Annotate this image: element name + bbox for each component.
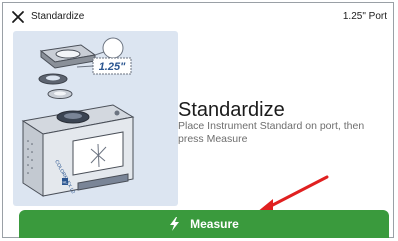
measure-button-label: Measure (190, 217, 239, 231)
header-title: Standardize (31, 11, 85, 22)
lightning-bolt-icon (170, 217, 180, 231)
dialog-window: Standardize 1.25" Port 1.25" COLORFLEX L… (2, 2, 394, 238)
page-title: Standardize (178, 99, 285, 121)
port-size-label: 1.25" Port (342, 11, 387, 22)
device-badge: HL (62, 180, 68, 185)
instrument-drawing: 1.25" COLORFLEX L2 HL (21, 37, 135, 197)
instruction-text: Place Instrument Standard on port, then … (178, 120, 365, 145)
measure-button[interactable]: Measure (19, 210, 389, 238)
instrument-illustration: 1.25" COLORFLEX L2 HL (13, 31, 178, 206)
header-bar: Standardize 1.25" Port (3, 3, 393, 33)
close-icon[interactable] (11, 10, 25, 24)
port-size-callout: 1.25" (99, 61, 126, 73)
